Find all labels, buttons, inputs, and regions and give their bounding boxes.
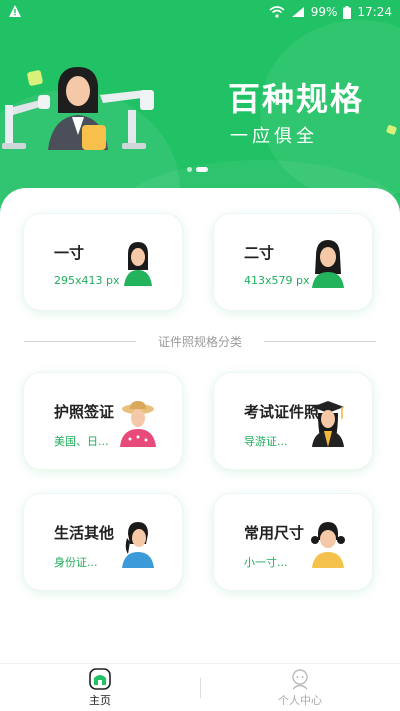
woman-avatar-icon — [312, 240, 344, 288]
decor-leaf-icon — [386, 125, 397, 135]
card-title: 常用尺寸 — [244, 524, 305, 542]
card-title: 护照签证 — [54, 403, 115, 421]
woman-avatar-icon — [124, 242, 152, 286]
tab-label: 主页 — [89, 694, 111, 707]
carousel-dot-active[interactable] — [196, 167, 208, 172]
hero-title: 百种规格 — [228, 80, 365, 118]
battery-percent: 99% — [310, 5, 338, 19]
divider-line — [264, 341, 376, 342]
card-title: 二寸 — [244, 244, 275, 262]
woman-avatar-icon — [122, 522, 154, 568]
carousel-indicator[interactable] — [187, 167, 208, 172]
home-icon — [89, 668, 111, 690]
card-subtitle: 导游证... — [244, 435, 288, 448]
card-passport-visa[interactable]: 护照签证 美国、日... — [23, 372, 183, 470]
carousel-dot[interactable] — [187, 167, 192, 172]
profile-icon — [292, 669, 308, 690]
tab-profile[interactable]: 个人中心 — [200, 668, 400, 711]
card-subtitle: 413x579 px — [244, 274, 310, 287]
hat-woman-icon — [120, 401, 156, 447]
signal-icon — [291, 7, 304, 17]
status-right: 99% 17:24 — [269, 5, 392, 19]
bottom-tab-bar: 主页 个人中心 — [0, 663, 400, 711]
card-common-size[interactable]: 常用尺寸 小一寸... — [213, 493, 373, 591]
warning-icon — [9, 5, 21, 17]
girl-avatar-icon — [311, 522, 345, 568]
section-divider: 证件照规格分类 — [24, 333, 376, 349]
card-subtitle: 美国、日... — [54, 435, 109, 448]
wifi-icon — [269, 6, 285, 18]
hero-illustration — [2, 67, 154, 150]
card-exam-photo[interactable]: 考试证件照 导游证... — [213, 372, 373, 470]
card-subtitle: 小一寸... — [244, 556, 288, 569]
hero-banner[interactable]: 99% 17:24 百种规格 一应俱全 — [0, 0, 400, 215]
card-subtitle: 295x413 px — [54, 274, 120, 287]
card-two-inch[interactable]: 二寸 413x579 px — [213, 213, 373, 311]
card-one-inch[interactable]: 一寸 295x413 px — [23, 213, 183, 311]
card-subtitle: 身份证... — [54, 556, 98, 569]
graduate-icon — [312, 401, 344, 447]
hero-subtitle: 一应俱全 — [230, 126, 318, 147]
tab-home[interactable]: 主页 — [0, 668, 200, 711]
tab-label: 个人中心 — [278, 694, 322, 707]
card-title: 一寸 — [54, 244, 85, 262]
clock: 17:24 — [357, 5, 392, 19]
battery-icon — [343, 5, 352, 19]
card-title: 生活其他 — [54, 524, 115, 542]
status-bar: 99% 17:24 — [0, 0, 400, 26]
card-daily-other[interactable]: 生活其他 身份证... — [23, 493, 183, 591]
